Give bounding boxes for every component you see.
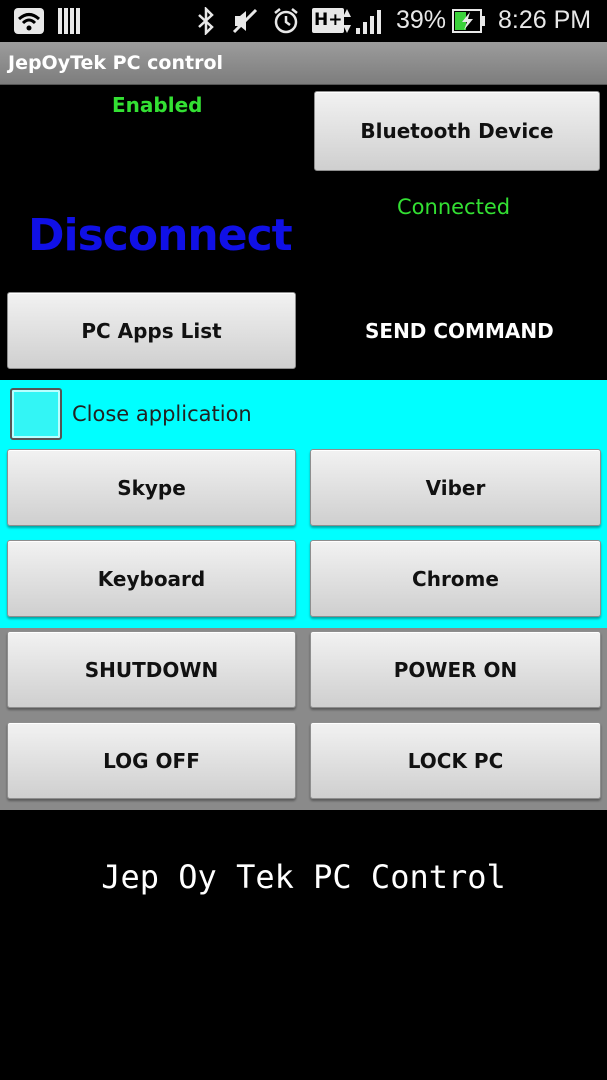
disconnect-link[interactable]: Disconnect <box>28 210 293 261</box>
clock-time: 8:26 PM <box>498 6 592 34</box>
bluetooth-device-button[interactable]: Bluetooth Device <box>314 91 600 171</box>
chrome-button[interactable]: Chrome <box>310 540 601 617</box>
skype-button[interactable]: Skype <box>7 449 296 526</box>
network-type-badge: H+ <box>312 8 345 33</box>
battery-charging-icon <box>452 9 485 33</box>
power-on-button[interactable]: POWER ON <box>310 631 601 708</box>
close-application-label: Close application <box>72 402 252 426</box>
enabled-status: Enabled <box>112 93 203 117</box>
mute-icon <box>232 8 258 34</box>
wifi-icon <box>14 8 44 34</box>
lock-pc-label: LOCK PC <box>407 748 504 773</box>
bluetooth-icon <box>198 7 214 35</box>
viber-label: Viber <box>425 475 486 500</box>
close-application-checkbox[interactable] <box>10 388 62 440</box>
skype-label: Skype <box>117 475 186 500</box>
log-off-label: LOG OFF <box>103 748 200 773</box>
connected-status: Connected <box>397 195 511 219</box>
chrome-label: Chrome <box>412 566 499 591</box>
shutdown-label: SHUTDOWN <box>84 657 219 682</box>
viber-button[interactable]: Viber <box>310 449 601 526</box>
footer-title: Jep Oy Tek PC Control <box>101 858 506 896</box>
signal-icon <box>356 10 381 34</box>
pc-apps-list-label: PC Apps List <box>81 318 222 343</box>
battery-percent: 39% <box>396 6 447 34</box>
keyboard-label: Keyboard <box>97 566 206 591</box>
alarm-icon <box>274 8 298 34</box>
pc-apps-list-button[interactable]: PC Apps List <box>7 292 296 369</box>
status-bar: H+ 39% 8:26 PM <box>0 0 607 42</box>
storage-icon <box>58 8 80 34</box>
log-off-button[interactable]: LOG OFF <box>7 722 296 799</box>
lock-pc-button[interactable]: LOCK PC <box>310 722 601 799</box>
bluetooth-device-label: Bluetooth Device <box>360 119 554 143</box>
app-title: JepOyTek PC control <box>8 52 224 74</box>
app-title-bar: JepOyTek PC control <box>0 42 607 85</box>
keyboard-button[interactable]: Keyboard <box>7 540 296 617</box>
data-arrows-icon <box>343 9 351 33</box>
send-command-label: SEND COMMAND <box>365 319 554 343</box>
power-on-label: POWER ON <box>393 657 518 682</box>
shutdown-button[interactable]: SHUTDOWN <box>7 631 296 708</box>
